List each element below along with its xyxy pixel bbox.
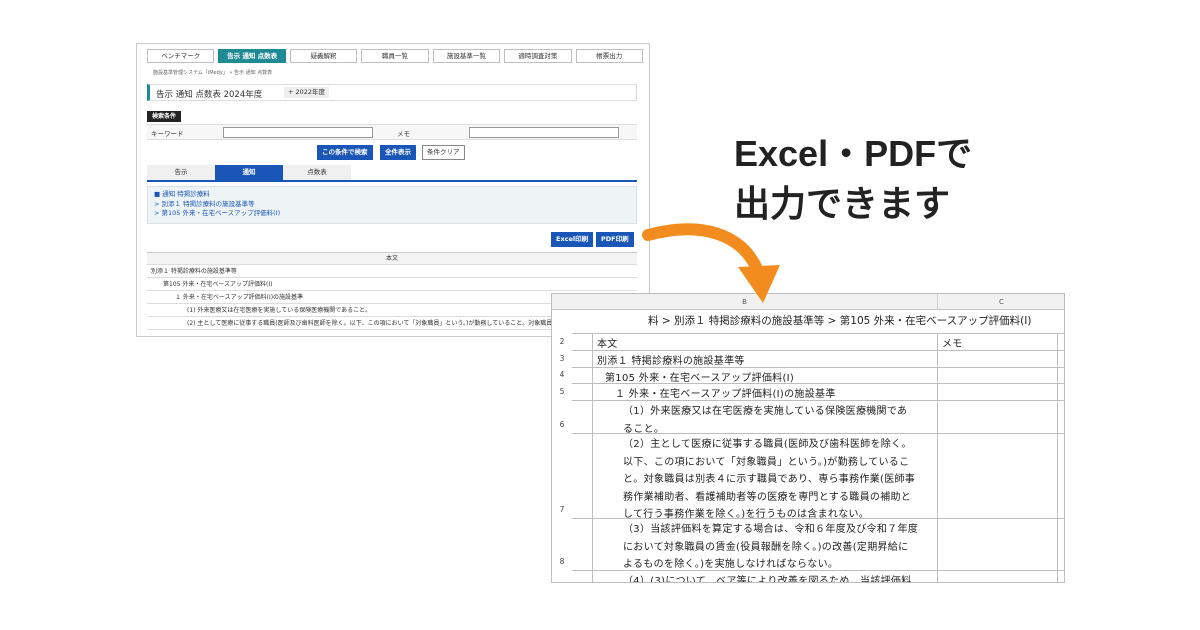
nav-tab-3[interactable]: 職員一覧 (361, 49, 429, 63)
row-number[interactable]: 7 (552, 505, 572, 514)
nav-tab-6[interactable]: 帳票出力 (575, 49, 643, 63)
cell-b-text: （4）(3)について、ベア等により改善を図るため、当該評価料 (623, 576, 912, 583)
row-number[interactable]: 5 (552, 387, 572, 396)
cell-b[interactable]: 第105 外来・在宅ベースアップ評価料(Ⅰ) (592, 368, 938, 384)
cell-c[interactable] (938, 384, 1058, 400)
sheet-row: 本文 メモ (572, 333, 1064, 350)
sheet-row: （3）当該評価料を算定する場合は、令和６年度及び令和７年度 において対象職員の賃… (572, 518, 1064, 570)
subtab-2[interactable]: 点数表 (283, 165, 351, 180)
headline: Excel・PDFで 出力できます (734, 129, 972, 229)
row-number[interactable]: 2 (552, 337, 572, 346)
sheet-row: 別添１ 特掲診療料の施設基準等 (572, 350, 1064, 367)
search-conditions-label: 検索条件 (147, 111, 182, 122)
cell-b-text: （3）当該評価料を算定する場合は、令和６年度及び令和７年度 において対象職員の賃… (623, 524, 919, 570)
cell-c[interactable] (938, 368, 1058, 383)
subtab-1[interactable]: 通知 (215, 165, 283, 180)
nav-tab-2[interactable]: 疑義解釈 (289, 49, 358, 63)
grid-row: 別添１ 特掲診療料の施設基準等 (147, 265, 637, 278)
cell-c[interactable] (938, 434, 1058, 518)
selection-path-item[interactable]: > 第105 外来・在宅ベースアップ評価料(Ⅰ) (154, 209, 630, 219)
cell-b[interactable]: （4）(3)について、ベア等により改善を図るため、当該評価料 (592, 571, 938, 583)
cell-b[interactable]: １ 外来・在宅ベースアップ評価料(Ⅰ)の施設基準 (592, 384, 938, 400)
breadcrumb: 施設基準管理システム「iMedy」 » 告示 通知 点数表 (153, 70, 273, 76)
grid-header: 本文 (147, 253, 637, 265)
content-subtabs: 告示 通知 点数表 (147, 165, 637, 182)
cell-c[interactable] (938, 401, 1058, 433)
memo-label: メモ (397, 130, 410, 138)
excel-spreadsheet: B C 料 > 別添１ 特掲診療料の施設基準等 > 第105 外来・在宅ベースア… (551, 293, 1065, 583)
search-row: キーワード メモ (147, 124, 637, 140)
row-number[interactable]: 3 (552, 354, 572, 363)
memo-input[interactable] (469, 127, 619, 138)
headline-line-1: Excel・PDFで (734, 133, 973, 174)
row-number[interactable]: 4 (552, 370, 572, 379)
column-header-c[interactable]: C (938, 294, 1064, 310)
selection-path-item: ■ 通知 特掲診療料 (154, 190, 210, 198)
pdf-print-button[interactable]: PDF印刷 (596, 232, 634, 247)
selection-path: ■ 通知 特掲診療料 > 別添１ 特掲診療料の施設基準等 > 第105 外来・在宅ベ… (147, 186, 637, 224)
sheet-row: １ 外来・在宅ベースアップ評価料(Ⅰ)の施設基準 (572, 383, 1064, 400)
cell-c[interactable] (938, 519, 1058, 570)
subtab-0[interactable]: 告示 (147, 165, 215, 180)
cell-b[interactable]: （3）当該評価料を算定する場合は、令和６年度及び令和７年度 において対象職員の賃… (592, 519, 938, 570)
row-number[interactable]: 6 (552, 420, 572, 429)
page-title-bar: 告示 通知 点数表 2024年度 + 2022年度 (147, 84, 637, 101)
search-button[interactable]: この条件で検索 (317, 145, 373, 160)
nav-tab-5[interactable]: 適時調査対策 (504, 49, 572, 63)
cell-c[interactable] (938, 571, 1058, 582)
show-all-button[interactable]: 全件表示 (380, 145, 416, 160)
sheet-row: （1）外来医療又は在宅医療を実施している保険医療機関であ ること。 (572, 400, 1064, 435)
nav-tab-1[interactable]: 告示 通知 点数表 (218, 49, 286, 63)
row-1-path: 料 > 別添１ 特掲診療料の施設基準等 > 第105 外来・在宅ベースアップ評価… (648, 315, 1032, 327)
cell-b[interactable]: （2）主として医療に従事する職員(医師及び歯科医師を除く。 以下、この項において… (592, 434, 938, 520)
orange-arrow-icon (642, 223, 780, 303)
column-headers: B C (552, 294, 1064, 310)
sheet-row: 第105 外来・在宅ベースアップ評価料(Ⅰ) (572, 367, 1064, 384)
excel-print-button[interactable]: Excel印刷 (551, 232, 594, 247)
keyword-input[interactable] (223, 127, 373, 138)
year-toggle[interactable]: + 2022年度 (284, 87, 330, 98)
main-nav: ベンチマーク 告示 通知 点数表 疑義解釈 職員一覧 施設基準一覧 適時調査対策 帳票出力 (147, 49, 643, 63)
nav-tab-0[interactable]: ベンチマーク (147, 49, 215, 63)
cell-b[interactable]: （1）外来医療又は在宅医療を実施している保険医療機関であ ること。 (592, 401, 938, 435)
cell-c[interactable]: メモ (938, 334, 1058, 350)
cell-b-text: （2）主として医療に従事する職員(医師及び歯科医師を除く。 以下、この項において… (623, 439, 916, 520)
cell-c[interactable] (938, 351, 1058, 367)
page-title: 告示 通知 点数表 2024年度 (156, 90, 263, 100)
cell-b[interactable]: 別添１ 特掲診療料の施設基準等 (592, 351, 938, 367)
cell-b[interactable]: 本文 (592, 334, 938, 350)
sheet-row: （2）主として医療に従事する職員(医師及び歯科医師を除く。 以下、この項において… (572, 433, 1064, 520)
nav-tab-4[interactable]: 施設基準一覧 (432, 49, 501, 63)
selection-path-item[interactable]: > 別添１ 特掲診療料の施設基準等 (154, 200, 630, 210)
row-number[interactable]: 8 (552, 557, 572, 566)
clear-conditions-button[interactable]: 条件クリア (422, 145, 465, 160)
grid-row: 第105 外来・在宅ベースアップ評価料(Ⅰ) (147, 278, 637, 291)
sheet-row: （4）(3)について、ベア等により改善を図るため、当該評価料 (572, 570, 1064, 583)
keyword-label: キーワード (151, 130, 184, 138)
